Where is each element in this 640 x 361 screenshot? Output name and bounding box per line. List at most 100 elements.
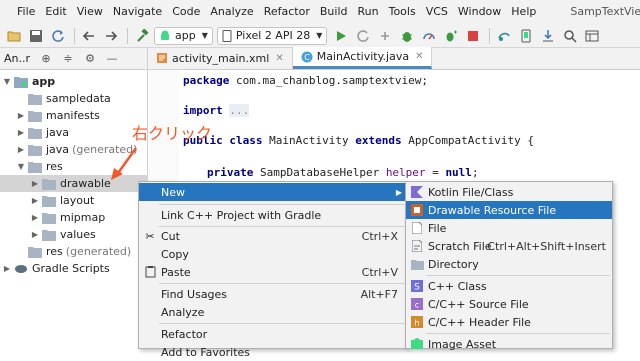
make-project-button[interactable] [132, 26, 152, 46]
collapse-all-icon[interactable]: ≑ [60, 50, 76, 66]
menu-item-analyze[interactable]: Analyze [139, 303, 406, 321]
close-icon[interactable]: ✕ [415, 51, 423, 62]
chevron-right-icon[interactable]: ▶ [30, 230, 40, 239]
menu-item-cpp-source[interactable]: c C/C++ Source File [406, 295, 612, 313]
menu-item-image-asset[interactable]: Image Asset [406, 335, 612, 353]
tab-label: MainActivity.java [316, 50, 410, 63]
menu-item-cpp-class[interactable]: S C++ Class [406, 277, 612, 295]
chevron-right-icon[interactable]: ▶ [30, 213, 40, 222]
tree-item-java[interactable]: ▶ java [0, 124, 148, 141]
menu-item-refactor[interactable]: Refactor [139, 325, 406, 343]
scratch-file-icon [410, 239, 424, 253]
close-icon[interactable]: ✕ [275, 53, 283, 64]
sync-button[interactable] [48, 26, 68, 46]
forward-button[interactable] [101, 26, 121, 46]
tree-label: sampledata [46, 92, 111, 105]
new-submenu: Kotlin File/Class Drawable Resource File… [405, 181, 613, 351]
tree-item-sampledata[interactable]: sampledata [0, 90, 148, 107]
menu-item-file[interactable]: File [406, 219, 612, 237]
apply-code-changes-button[interactable] [375, 26, 395, 46]
menu-navigate[interactable]: Navigate [108, 0, 167, 24]
menu-item-directory[interactable]: Directory [406, 255, 612, 273]
sdk-manager-button[interactable] [538, 26, 558, 46]
chevron-right-icon[interactable]: ▶ [16, 128, 26, 137]
menu-code[interactable]: Code [167, 0, 205, 24]
module-folder-icon [14, 76, 28, 88]
profile-button[interactable] [419, 26, 439, 46]
menu-item-paste[interactable]: Paste Ctrl+V [139, 263, 406, 281]
menu-item-copy[interactable]: Copy [139, 245, 406, 263]
menu-item-find-usages[interactable]: Find Usages Alt+F7 [139, 285, 406, 303]
device-selector[interactable]: Pixel 2 API 28 ▼ [216, 26, 328, 45]
tree-item-values[interactable]: ▶ values [0, 226, 148, 243]
toolbar: app ▼ Pixel 2 API 28 ▼ [0, 24, 640, 48]
hide-icon[interactable]: — [104, 50, 120, 66]
tree-label: res [46, 245, 63, 258]
chevron-right-icon[interactable]: ▶ [16, 111, 26, 120]
sync-gradle-button[interactable] [494, 26, 514, 46]
folded-imports[interactable]: ... [229, 104, 250, 117]
menu-item-scratch-file[interactable]: Scratch File Ctrl+Alt+Shift+Insert [406, 237, 612, 255]
project-view-selector[interactable]: An..r [4, 52, 30, 65]
tree-label: java [46, 143, 70, 156]
menu-edit[interactable]: Edit [40, 0, 71, 24]
menu-view[interactable]: View [72, 0, 108, 24]
menu-item-add-to-favorites[interactable]: Add to Favorites [139, 343, 406, 361]
svg-text:c: c [415, 301, 419, 310]
tree-item-gradle-scripts[interactable]: ▶ Gradle Scripts [0, 260, 148, 277]
tab-activity-main-xml[interactable]: activity_main.xml ✕ [148, 47, 293, 69]
chevron-down-icon[interactable]: ▼ [16, 162, 26, 171]
chevron-right-icon[interactable]: ▶ [30, 196, 40, 205]
menu-build[interactable]: Build [315, 0, 353, 24]
debug-button[interactable] [397, 26, 417, 46]
chevron-right-icon[interactable]: ▶ [2, 264, 12, 273]
arrow-left-icon [82, 30, 94, 41]
locate-icon[interactable]: ⊕ [38, 50, 54, 66]
menu-vcs[interactable]: VCS [421, 0, 453, 24]
avd-manager-button[interactable] [516, 26, 536, 46]
folder-icon [42, 212, 56, 224]
attach-debugger-button[interactable] [441, 26, 461, 46]
layout-inspector-button[interactable] [560, 26, 580, 46]
menu-item-kotlin-file[interactable]: Kotlin File/Class [406, 183, 612, 201]
annotation-label: 右クリック [132, 124, 213, 143]
menu-refactor[interactable]: Refactor [259, 0, 315, 24]
menu-window[interactable]: Window [453, 0, 506, 24]
open-folder-button[interactable] [4, 26, 24, 46]
project-structure-button[interactable] [582, 26, 602, 46]
menu-item-link-cpp[interactable]: Link C++ Project with Gradle [139, 206, 406, 224]
menu-tools[interactable]: Tools [384, 0, 421, 24]
menu-run[interactable]: Run [353, 0, 384, 24]
menu-item-cut[interactable]: ✂ Cut Ctrl+X [139, 227, 406, 245]
tree-item-res-generated[interactable]: res (generated) [0, 243, 148, 260]
run-button[interactable] [331, 26, 351, 46]
sync-icon [52, 29, 64, 42]
back-button[interactable] [79, 26, 99, 46]
chevron-down-icon[interactable]: ▼ [2, 77, 12, 86]
stop-button[interactable] [463, 26, 483, 46]
chevron-right-icon[interactable]: ▶ [30, 179, 40, 188]
tree-item-mipmap[interactable]: ▶ mipmap [0, 209, 148, 226]
chevron-right-icon[interactable]: ▶ [16, 145, 26, 154]
menu-item-new[interactable]: New ▶ [139, 183, 406, 201]
menu-help[interactable]: Help [506, 0, 541, 24]
menu-item-drawable-resource-file[interactable]: Drawable Resource File [406, 201, 612, 219]
folder-icon [42, 229, 56, 241]
tree-item-manifests[interactable]: ▶ manifests [0, 107, 148, 124]
menu-file[interactable]: File [12, 0, 40, 24]
gradle-elephant-icon [15, 264, 27, 273]
module-selector[interactable]: app ▼ [154, 26, 213, 45]
save-all-button[interactable] [26, 26, 46, 46]
menu-analyze[interactable]: Analyze [205, 0, 258, 24]
tree-item-app[interactable]: ▼ app [0, 73, 148, 90]
tab-main-activity-java[interactable]: C MainActivity.java ✕ [292, 47, 433, 69]
menu-bar: File Edit View Navigate Code Analyze Ref… [0, 0, 640, 24]
avd-icon [521, 29, 531, 42]
tree-label: drawable [60, 177, 111, 190]
tab-label: activity_main.xml [172, 51, 270, 65]
annotation-arrow [111, 147, 138, 180]
tree-item-layout[interactable]: ▶ layout [0, 192, 148, 209]
gear-icon[interactable]: ⚙ [82, 50, 98, 66]
menu-item-cpp-header[interactable]: h C/C++ Header File [406, 313, 612, 331]
apply-changes-button[interactable] [353, 26, 373, 46]
